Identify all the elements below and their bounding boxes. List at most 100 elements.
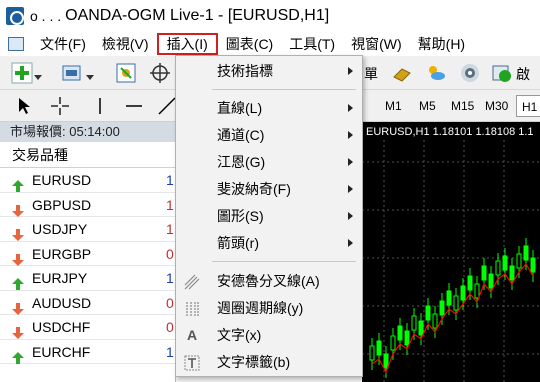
column-header-symbol[interactable]: 交易品種 (0, 142, 175, 168)
table-row[interactable]: AUDUSD 0 (0, 291, 175, 315)
moving-average-line (371, 262, 534, 374)
menu-help[interactable]: 幫助(H) (410, 33, 473, 55)
timeframe-m5[interactable]: M5 (414, 95, 441, 117)
menu-item-channels[interactable]: 通道(C) (176, 123, 362, 147)
symbol-name: EURCHF (32, 343, 91, 360)
bid-price: 1 (166, 221, 174, 237)
candle-body (369, 345, 375, 361)
submenu-arrow-icon (348, 131, 353, 139)
cycle-lines-icon (184, 300, 200, 316)
horizontal-line-icon[interactable] (122, 94, 146, 118)
menu-item-text-label[interactable]: 文字標籤(b) (176, 350, 362, 374)
bid-price: 0 (166, 245, 174, 262)
table-row[interactable]: EURJPY 1 (0, 266, 175, 291)
autotrading-icon[interactable] (490, 61, 514, 85)
candle-body (523, 245, 529, 261)
table-row[interactable]: USDJPY 1 (0, 217, 175, 242)
symbol-name: EURUSD (32, 172, 92, 188)
candle-body (509, 265, 515, 281)
weather-icon[interactable] (424, 61, 448, 85)
menu-separator (212, 89, 356, 90)
menu-window[interactable]: 視窗(W) (343, 33, 410, 55)
text-label-icon (184, 354, 200, 371)
candle-body (453, 295, 459, 311)
cursor-arrow-icon[interactable] (12, 94, 36, 118)
symbol-name: GBPUSD (32, 196, 92, 213)
candle-body (390, 335, 396, 351)
menu-insert[interactable]: 插入(I) (156, 33, 218, 55)
timeframe-m15[interactable]: M15 (446, 95, 479, 117)
crosshair-icon[interactable] (48, 94, 72, 118)
menu-charts[interactable]: 圖表(C) (218, 33, 281, 55)
profiles-icon[interactable] (60, 61, 84, 85)
candle-body (418, 320, 424, 336)
menu-bar: 文件(F) 檢視(V) 插入(I) 圖表(C) 工具(T) 視窗(W) 幫助(H… (0, 32, 540, 56)
symbol-name: EURGBP (32, 245, 92, 262)
candle-body (516, 253, 522, 269)
bid-price: 1 (166, 172, 174, 188)
toolbar-partial-label[interactable]: 單 (364, 64, 378, 84)
candle-body (488, 273, 494, 289)
signal-icon[interactable] (458, 61, 482, 85)
bid-price: 0 (166, 294, 174, 311)
bid-price: 0 (166, 319, 174, 335)
bid-price: 1 (166, 196, 174, 213)
menu-item-gann[interactable]: 江恩(G) (176, 150, 362, 174)
timeframe-m30[interactable]: M30 (480, 95, 513, 117)
candle-body (467, 275, 473, 291)
submenu-arrow-icon (348, 185, 353, 193)
gold-bar-icon[interactable] (390, 61, 414, 85)
candle-body (481, 265, 487, 281)
vertical-line-icon[interactable] (88, 94, 112, 118)
bid-price: 1 (166, 343, 174, 360)
menu-item-fibonacci[interactable]: 斐波納奇(F) (176, 177, 362, 201)
table-row[interactable]: EURGBP 0 (0, 242, 175, 266)
up-arrow-icon (12, 175, 24, 192)
down-arrow-icon (12, 298, 24, 315)
candle-body (376, 340, 382, 356)
crosshair-target-icon[interactable] (148, 61, 172, 85)
navigator-icon[interactable] (114, 61, 138, 85)
submenu-arrow-icon (348, 212, 353, 220)
table-row[interactable]: USDCHF 0 (0, 315, 175, 340)
menu-separator (212, 261, 356, 262)
menu-view[interactable]: 檢視(V) (94, 33, 157, 55)
table-row[interactable]: GBPUSD 1 (0, 193, 175, 217)
new-chart-plus-icon[interactable] (10, 61, 34, 85)
menu-item-cycle-lines[interactable]: 週圈週期線(y) (176, 296, 362, 320)
menu-item-arrows[interactable]: 箭頭(r) (176, 231, 362, 255)
up-arrow-icon (12, 347, 24, 364)
candle-body (411, 315, 417, 331)
dropdown-arrow-icon[interactable] (33, 66, 43, 90)
timeframe-h1[interactable]: H1 (516, 95, 540, 117)
title-prefix: o . . . (30, 8, 62, 24)
menu-item-andrews-pitchfork[interactable]: 安德魯分叉線(A) (176, 269, 362, 293)
symbol-name: USDJPY (32, 221, 88, 237)
app-logo-icon (6, 7, 24, 25)
menu-item-text[interactable]: A 文字(x) (176, 323, 362, 347)
menu-item-lines[interactable]: 直線(L) (176, 96, 362, 120)
candle-body (383, 353, 389, 369)
window-title: OANDA-OGM Live-1 - [EURUSD,H1] (65, 7, 330, 24)
candle-body (474, 283, 480, 299)
candle-body (460, 285, 466, 301)
submenu-arrow-icon (348, 158, 353, 166)
dropdown-arrow-icon[interactable] (85, 66, 95, 90)
price-chart[interactable]: EURUSD,H1 1.18101 1.18108 1.1 (362, 122, 540, 382)
table-row[interactable]: EURUSD 1 (0, 168, 175, 193)
symbol-name: USDCHF (32, 319, 91, 335)
down-arrow-icon (12, 224, 24, 241)
menu-item-shapes[interactable]: 圖形(S) (176, 204, 362, 228)
timeframe-m1[interactable]: M1 (380, 95, 407, 117)
menu-tools[interactable]: 工具(T) (281, 33, 343, 55)
autotrading-partial-label[interactable]: 啟 (516, 64, 530, 84)
menu-file[interactable]: 文件(F) (32, 33, 94, 55)
submenu-arrow-icon (348, 104, 353, 112)
title-bar: o . . . OANDA-OGM Live-1 - [EURUSD,H1] (0, 0, 540, 32)
chart-window-icon[interactable] (8, 37, 24, 51)
table-row[interactable]: EURCHF 1 (0, 340, 175, 364)
menu-item-indicators[interactable]: 技術指標 (176, 59, 362, 83)
chart-canvas[interactable] (362, 122, 540, 382)
market-watch-rows: EURUSD 1 GBPUSD 1 USDJPY 1 EURGBP 0 EURJPY 1 AUDUS… (0, 168, 175, 364)
down-arrow-icon (12, 322, 24, 339)
